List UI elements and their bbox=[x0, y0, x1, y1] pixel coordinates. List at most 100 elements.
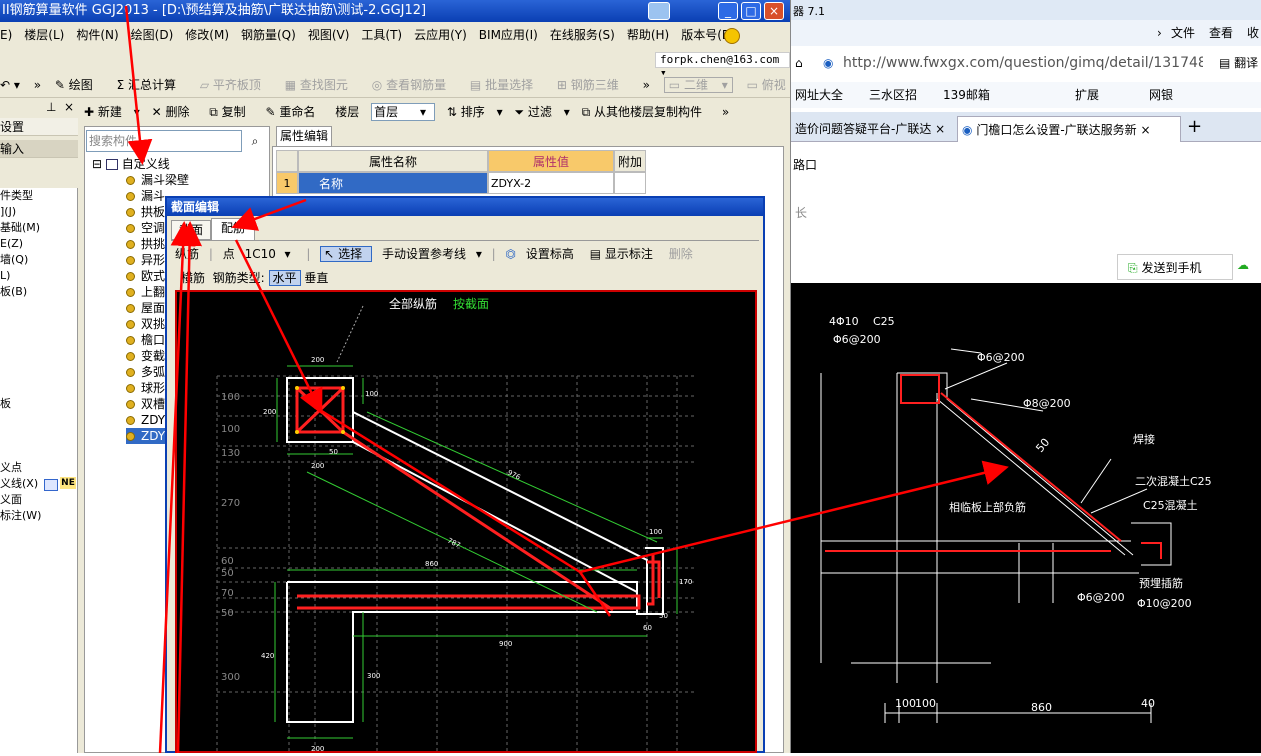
row-name[interactable]: 名称 bbox=[298, 172, 488, 194]
favorite-item[interactable]: 网址大全 bbox=[795, 82, 843, 108]
left-tree-item[interactable]: 件类型 bbox=[0, 188, 77, 204]
menu-item-0[interactable]: E) bbox=[0, 28, 12, 42]
help-icon[interactable] bbox=[648, 2, 670, 20]
menu-item-7[interactable]: 工具(T) bbox=[361, 28, 402, 42]
favorite-item[interactable]: 139邮箱 bbox=[943, 82, 990, 108]
tree-root[interactable]: ⊟ 自定义线 bbox=[92, 156, 170, 172]
copy-button[interactable]: ⧉ 复制 bbox=[209, 105, 253, 119]
left-bottom-item[interactable]: 标注(W) bbox=[0, 508, 41, 524]
rename-button[interactable]: ✎ 重命名 bbox=[266, 105, 324, 119]
floor-select[interactable]: 首层 ▾ bbox=[371, 103, 436, 121]
view-rebar-button[interactable]: ◎ 查看钢筋量 bbox=[372, 78, 456, 92]
close-button[interactable]: × bbox=[764, 2, 784, 20]
left-input[interactable]: 输入 bbox=[0, 140, 78, 158]
browser-menu-item[interactable]: 收 bbox=[1247, 26, 1259, 40]
left-settings[interactable]: 设置 bbox=[0, 118, 78, 136]
browser-menu-item[interactable]: 查看 bbox=[1209, 26, 1233, 40]
copy-from-floor-button[interactable]: ⧉ 从其他楼层复制构件 bbox=[582, 105, 710, 119]
tree-item[interactable]: ZDY bbox=[126, 428, 166, 444]
menu-item-4[interactable]: 修改(M) bbox=[185, 28, 229, 42]
flat-top-button[interactable]: ▱ 平齐板顶 bbox=[200, 78, 271, 92]
toolbar-overflow-icon-2[interactable]: » bbox=[643, 78, 650, 92]
tree-item[interactable]: 空调 bbox=[126, 220, 165, 236]
left-bottom-item[interactable]: 义面 bbox=[0, 492, 41, 508]
show-annotation-button[interactable]: ▤ 显示标注 bbox=[590, 247, 659, 261]
rebar-3d-button[interactable]: ⊞ 钢筋三维 bbox=[557, 78, 629, 92]
delete-button-disabled[interactable]: 删除 bbox=[669, 247, 693, 261]
tree-item[interactable]: 上翻 bbox=[126, 284, 165, 300]
tab-1[interactable]: 造价问题答疑平台-广联达 × bbox=[791, 116, 953, 142]
left-tree-item[interactable]: ](J) bbox=[0, 204, 77, 220]
draw-button[interactable]: ✎ 绘图 bbox=[55, 78, 103, 92]
menu-item-6[interactable]: 视图(V) bbox=[308, 28, 350, 42]
vertical-button[interactable]: 垂直 bbox=[304, 271, 328, 285]
send-to-phone-button[interactable]: ⎘ 发送到手机 bbox=[1117, 254, 1233, 280]
find-element-button[interactable]: ▦ 查找图元 bbox=[285, 78, 358, 92]
tab-2[interactable]: ◉ 门檐口怎么设置-广联达服务新 × bbox=[957, 116, 1181, 142]
canvas-label-section[interactable]: 按截面 bbox=[453, 297, 489, 311]
menu-item-8[interactable]: 云应用(Y) bbox=[414, 28, 467, 42]
tree-item[interactable]: ZDY bbox=[126, 412, 165, 428]
search-icon[interactable]: ⌕ bbox=[244, 130, 266, 152]
tree-item[interactable]: 漏斗 bbox=[126, 188, 165, 204]
tree-item[interactable]: 变截 bbox=[126, 348, 165, 364]
cloud-icon[interactable]: ☁ bbox=[1237, 258, 1249, 272]
menu-item-3[interactable]: 绘图(D) bbox=[131, 28, 174, 42]
tree-item[interactable]: 漏斗梁壁 bbox=[126, 172, 189, 188]
batch-select-button[interactable]: ▤ 批量选择 bbox=[470, 78, 543, 92]
grid-icon[interactable] bbox=[44, 479, 58, 491]
left-tree-item[interactable]: 板(B) bbox=[0, 284, 77, 300]
tree-item[interactable]: 屋面 bbox=[126, 300, 165, 316]
new-button[interactable]: ✚ 新建 ▾ bbox=[84, 105, 140, 119]
menu-item-5[interactable]: 钢筋量(Q) bbox=[241, 28, 296, 42]
set-elevation-button[interactable]: ⏣ 设置标高 bbox=[506, 247, 580, 261]
sum-button[interactable]: Σ 汇总计算 bbox=[117, 78, 186, 92]
url-field[interactable]: http://www.fwxgx.com/question/gimq/detai… bbox=[843, 50, 1203, 76]
tree-item[interactable]: 异形 bbox=[126, 252, 165, 268]
tab-section[interactable]: 截面 bbox=[171, 220, 211, 240]
favorite-item[interactable]: 扩展 bbox=[1075, 82, 1099, 108]
left-tree-item[interactable]: L) bbox=[0, 268, 77, 284]
tree-item[interactable]: 双槽 bbox=[126, 396, 165, 412]
user-account[interactable]: forpk.chen@163.com ▾ bbox=[655, 52, 790, 79]
filter-button[interactable]: ⏷ 过滤 ▾ bbox=[514, 105, 569, 119]
pin-icon[interactable]: ⊥ bbox=[46, 100, 56, 114]
browser-menu-item[interactable]: 文件 bbox=[1171, 26, 1195, 40]
minimize-button[interactable]: _ bbox=[718, 2, 738, 20]
panel-close-icon[interactable]: × bbox=[64, 100, 74, 114]
translate-button[interactable]: ▤ 翻译 bbox=[1219, 50, 1258, 76]
view-2d-select[interactable]: ▭ 二维 ▾ bbox=[663, 77, 733, 93]
section-canvas[interactable]: 100 100 130 270 60 50 70 50 300 200 200 … bbox=[175, 290, 757, 753]
toolbar-overflow-icon-3[interactable]: » bbox=[722, 105, 729, 119]
browser-menu-arrow[interactable]: › bbox=[1157, 20, 1162, 46]
ref-line-button[interactable]: 手动设置参考线 ▾ bbox=[382, 247, 482, 261]
search-input[interactable]: 搜索构件 bbox=[86, 130, 242, 152]
bar-spec-select[interactable]: 1C10 ▾ bbox=[245, 242, 297, 266]
toolbar-overflow-icon[interactable]: » bbox=[34, 78, 41, 92]
delete-button[interactable]: ✕ 删除 bbox=[152, 105, 198, 119]
menu-item-10[interactable]: 在线服务(S) bbox=[550, 28, 615, 42]
canvas-label-all[interactable]: 全部纵筋 bbox=[389, 296, 437, 311]
left-tree-item[interactable]: 墙(Q) bbox=[0, 252, 77, 268]
left-bottom-item[interactable]: 义线(X) bbox=[0, 476, 41, 492]
left-tree-item[interactable]: 基础(M) bbox=[0, 220, 77, 236]
tab-rebar[interactable]: 配筋 bbox=[211, 218, 255, 240]
home-icon[interactable]: ⌂ bbox=[795, 50, 803, 76]
select-button[interactable]: ↖ 选择 bbox=[320, 246, 373, 262]
tab-property-edit[interactable]: 属性编辑 bbox=[276, 126, 332, 146]
tree-item[interactable]: 欧式 bbox=[126, 268, 165, 284]
favorite-item[interactable]: 网银 bbox=[1149, 82, 1173, 108]
tree-item[interactable]: 拱挑 bbox=[126, 236, 165, 252]
maximize-button[interactable]: □ bbox=[741, 2, 761, 20]
left-tree-item[interactable]: E(Z) bbox=[0, 236, 77, 252]
undo-icon[interactable]: ↶ ▾ bbox=[0, 78, 20, 92]
tree-item[interactable]: 拱板 bbox=[126, 204, 165, 220]
new-tab-button[interactable]: + bbox=[1187, 116, 1202, 137]
left-bottom-item[interactable]: 义点 bbox=[0, 460, 41, 476]
favorite-item[interactable]: 三水区招 bbox=[869, 82, 917, 108]
tree-item[interactable]: 檐口 bbox=[126, 332, 165, 348]
tree-item[interactable]: 多弧 bbox=[126, 364, 165, 380]
horizontal-button[interactable]: 水平 bbox=[268, 270, 301, 286]
menu-item-2[interactable]: 构件(N) bbox=[76, 28, 118, 42]
tree-item[interactable]: 双挑 bbox=[126, 316, 165, 332]
